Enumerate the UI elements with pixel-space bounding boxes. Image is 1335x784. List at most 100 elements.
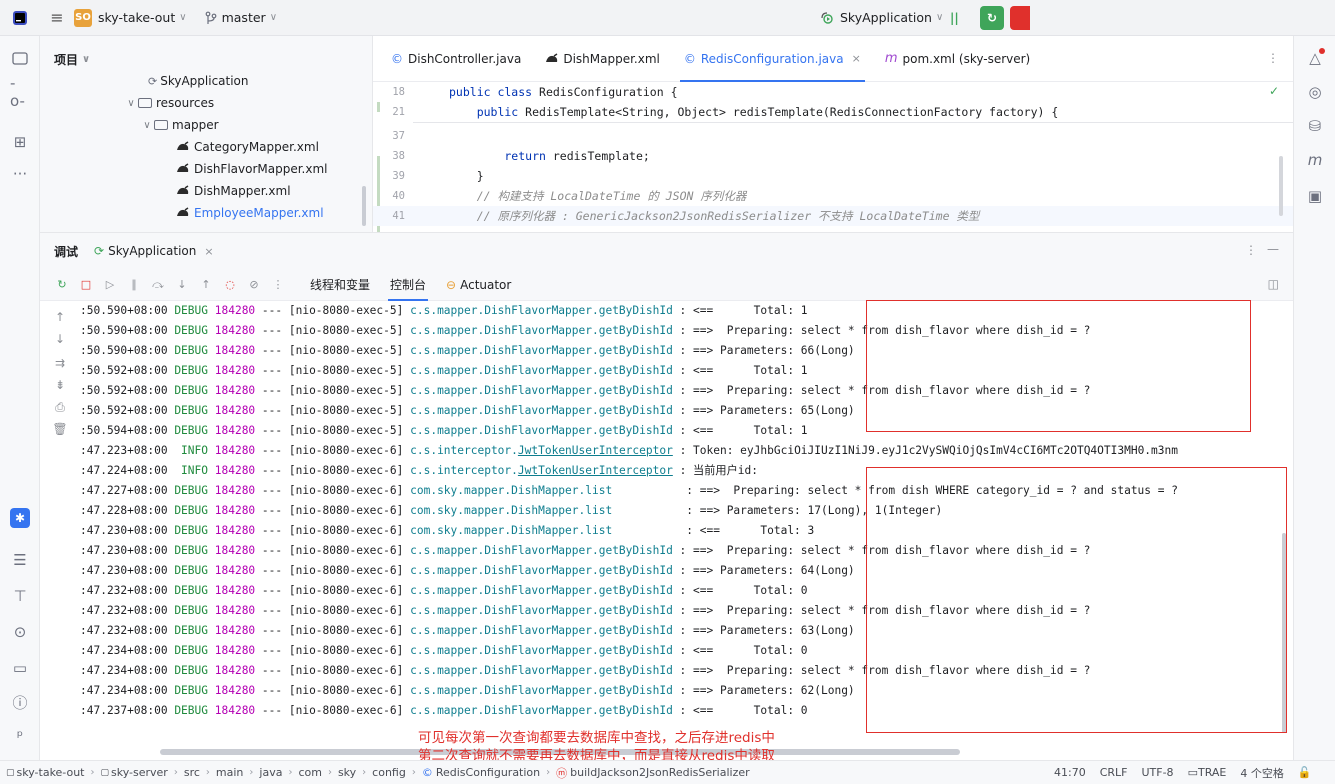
project-selector[interactable]: SO sky-take-out ∨ xyxy=(74,0,187,36)
code-line[interactable]: 18 public class RedisConfiguration { xyxy=(373,82,677,102)
mute-breakpoints-icon[interactable]: ⊘ xyxy=(246,277,262,293)
git-icon[interactable]: ᵖ xyxy=(10,726,30,746)
pause-icon[interactable]: ∥ xyxy=(126,277,142,293)
chevron-down-icon[interactable]: ∨ xyxy=(82,54,90,65)
step-over-icon[interactable]: ⤼ xyxy=(150,277,166,293)
soft-wrap-icon[interactable]: ⇉ xyxy=(52,355,68,371)
debug-panel: 调试 ⟳ SkyApplication × ⋮ — ↻ □ ▷ ∥ ⤼ ↓ ↑ … xyxy=(40,232,1293,760)
main-menu-icon[interactable]: ≡ xyxy=(40,0,74,36)
minimize-icon[interactable]: — xyxy=(1267,242,1279,256)
tab-dishcontroller[interactable]: © DishController.java xyxy=(379,36,533,82)
code-line[interactable]: 21 public RedisTemplate<String, Object> … xyxy=(373,102,1058,122)
notifications-icon[interactable]: △ xyxy=(1305,48,1325,68)
breadcrumb-item[interactable]: sky-take-out xyxy=(17,766,85,779)
breadcrumb-item[interactable]: sky xyxy=(338,766,356,779)
commit-icon[interactable]: -o- xyxy=(10,74,30,110)
branch-name: master xyxy=(221,10,266,25)
print-icon[interactable]: ⎙ xyxy=(52,399,68,415)
editor-scrollbar[interactable] xyxy=(1279,156,1283,216)
structure-icon[interactable]: ⊞ xyxy=(10,132,30,152)
database-icon[interactable]: ⛁ xyxy=(1305,116,1325,136)
plugin-status[interactable]: ▭TRAE xyxy=(1188,766,1227,779)
tree-item-mapper[interactable]: ∨ mapper xyxy=(140,114,218,136)
console-output[interactable]: :50.590+08:00 DEBUG 184280 --- [nio-8080… xyxy=(80,301,1293,761)
subtab-console[interactable]: 控制台 xyxy=(380,269,436,301)
branch-selector[interactable]: master ∨ xyxy=(205,0,277,36)
terminal-icon[interactable]: ▭ xyxy=(10,658,30,678)
build-icon[interactable]: ⊤ xyxy=(10,586,30,606)
step-out-icon[interactable]: ↑ xyxy=(198,277,214,293)
more-icon[interactable]: ⋮ xyxy=(270,277,286,293)
subtab-actuator[interactable]: ⊖ Actuator xyxy=(436,269,521,301)
console-scrollbar[interactable] xyxy=(1282,533,1286,733)
stop-button[interactable] xyxy=(1010,6,1030,30)
subtab-threads[interactable]: 线程和变量 xyxy=(300,269,380,301)
breadcrumb-item[interactable]: buildJackson2JsonRedisSerializer xyxy=(570,766,750,779)
rerun-button[interactable]: ↻ xyxy=(980,6,1004,30)
code-token: } xyxy=(449,169,484,183)
endpoints-icon[interactable]: ▣ xyxy=(1305,186,1325,206)
code-line[interactable]: 38 return redisTemplate; xyxy=(373,146,649,166)
breakpoints-icon[interactable]: ◌ xyxy=(222,277,238,293)
scroll-up-icon[interactable]: ↑ xyxy=(52,309,68,325)
chevron-down-icon[interactable]: ∨ xyxy=(140,120,154,131)
more-options-icon[interactable]: ⋮ xyxy=(1245,243,1257,257)
scroll-to-end-icon[interactable]: ⇟ xyxy=(52,377,68,393)
tree-item-employeemapper[interactable]: EmployeeMapper.xml xyxy=(176,202,324,224)
services-icon[interactable]: ⊙ xyxy=(10,622,30,642)
tree-item-skyapplication[interactable]: ⟳ SkyApplication xyxy=(148,70,249,92)
problems-icon[interactable]: ⓘ xyxy=(10,692,30,712)
todo-list-icon[interactable]: ☰ xyxy=(10,550,30,570)
run-config-selector[interactable]: SkyApplication ∨ xyxy=(820,0,943,36)
debug-session-tab[interactable]: ⟳ SkyApplication × xyxy=(94,244,214,258)
breadcrumb-item[interactable]: main xyxy=(216,766,243,779)
breadcrumb-item[interactable]: RedisConfiguration xyxy=(436,766,540,779)
stop-icon[interactable]: □ xyxy=(78,277,94,293)
project-scrollbar[interactable] xyxy=(362,186,366,226)
tab-redisconfiguration[interactable]: © RedisConfiguration.java × xyxy=(672,36,873,82)
lock-icon[interactable]: 🔓 xyxy=(1298,766,1312,779)
log-sep: --- xyxy=(255,704,289,717)
tab-dishmapper-xml[interactable]: DishMapper.xml xyxy=(533,36,672,82)
project-folder-icon[interactable] xyxy=(10,48,30,68)
tree-item-dishmapper[interactable]: DishMapper.xml xyxy=(176,180,291,202)
step-into-icon[interactable]: ↓ xyxy=(174,277,190,293)
file-encoding[interactable]: UTF-8 xyxy=(1141,766,1173,779)
log-sep: --- xyxy=(255,624,289,637)
breadcrumb-item[interactable]: src xyxy=(184,766,200,779)
log-logger: c.s.mapper.DishFlavorMapper.getByDishId xyxy=(410,384,673,397)
rerun-icon[interactable]: ↻ xyxy=(54,277,70,293)
app-icon[interactable] xyxy=(0,0,40,36)
code-line[interactable]: 39 } xyxy=(373,166,484,186)
debug-tool-icon[interactable]: ✱ xyxy=(10,508,30,528)
tree-item-categorymapper[interactable]: CategoryMapper.xml xyxy=(176,136,319,158)
maven-icon[interactable]: m xyxy=(1305,150,1325,170)
tree-item-resources[interactable]: ∨ resources xyxy=(124,92,214,114)
line-ending[interactable]: CRLF xyxy=(1100,766,1128,779)
scroll-down-icon[interactable]: ↓ xyxy=(52,331,68,347)
breadcrumb-item[interactable]: com xyxy=(298,766,322,779)
close-icon[interactable]: × xyxy=(852,52,861,65)
breadcrumb-item[interactable]: config xyxy=(372,766,406,779)
code-line-current[interactable]: 41 // 原序列化器 : GenericJackson2JsonRedisSe… xyxy=(373,206,1293,226)
caret-position[interactable]: 41:70 xyxy=(1054,766,1086,779)
debug-pause-button[interactable]: || xyxy=(950,0,959,36)
indent-setting[interactable]: 4 个空格 xyxy=(1240,765,1284,781)
layout-icon[interactable]: ◫ xyxy=(1268,277,1279,291)
code-line[interactable]: 40 // 构建支持 LocalDateTime 的 JSON 序列化器 xyxy=(373,186,746,206)
breadcrumb-item[interactable]: sky-server xyxy=(111,766,168,779)
inspection-ok-icon[interactable]: ✓ xyxy=(1269,84,1279,98)
more-tabs-icon[interactable]: ⋮ xyxy=(1267,51,1279,65)
more-icon[interactable]: ··· xyxy=(10,164,30,184)
tree-item-dishflavormapper[interactable]: DishFlavorMapper.xml xyxy=(176,158,328,180)
code-token: RedisTemplate<String, Object> redisTempl… xyxy=(525,105,1059,119)
tab-pom-xml[interactable]: m pom.xml (sky-server) xyxy=(873,36,1042,82)
close-icon[interactable]: × xyxy=(204,245,213,258)
chevron-down-icon[interactable]: ∨ xyxy=(124,98,138,109)
breadcrumb-item[interactable]: java xyxy=(259,766,282,779)
log-thread: [nio-8080-exec-5] xyxy=(288,364,404,377)
clear-all-icon[interactable]: 🗑 xyxy=(52,421,68,437)
code-line[interactable]: 37 xyxy=(373,126,409,146)
ai-assistant-icon[interactable]: ◎ xyxy=(1305,82,1325,102)
resume-icon[interactable]: ▷ xyxy=(102,277,118,293)
